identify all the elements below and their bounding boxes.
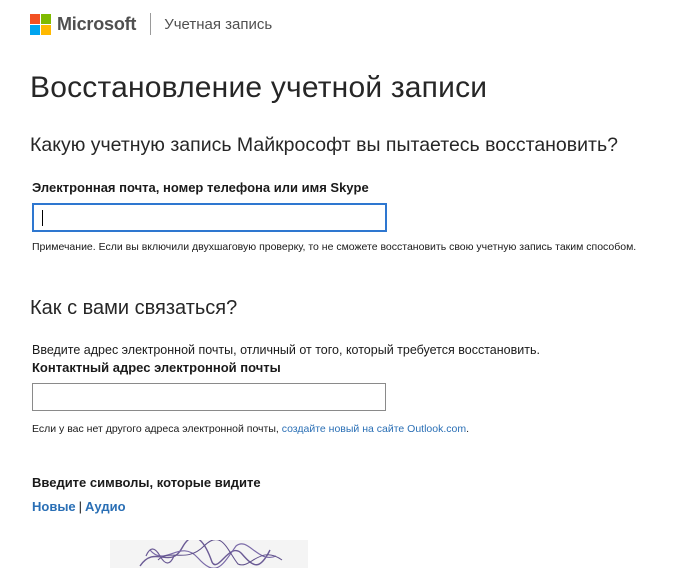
captcha-links: Новые | Аудио [32, 499, 126, 514]
contact-email-input[interactable] [32, 383, 386, 411]
logo-square-green [41, 13, 51, 24]
microsoft-logo-icon [30, 13, 51, 35]
brand-name: Microsoft [57, 13, 137, 34]
contact-note: Если у вас нет другого адреса электронно… [32, 423, 469, 435]
account-input[interactable] [32, 203, 387, 232]
account-field-label: Электронная почта, номер телефона или им… [32, 180, 369, 195]
create-outlook-link[interactable]: создайте новый на сайте Outlook.com [282, 423, 466, 435]
two-step-note: Примечание. Если вы включили двухшаговую… [32, 241, 637, 253]
logo-square-yellow [41, 24, 51, 35]
captcha-scribble [139, 540, 283, 568]
recovery-question: Какую учетную запись Майкрософт вы пытае… [30, 134, 618, 156]
page-title: Восстановление учетной записи [30, 71, 488, 104]
contact-description: Введите адрес электронной почты, отличны… [32, 343, 540, 357]
section-name: Учетная запись [164, 15, 273, 33]
text-caret [42, 210, 43, 226]
contact-heading: Как с вами связаться? [30, 297, 238, 319]
recovery-page: Microsoft Учетная запись Восстановление … [0, 0, 700, 568]
captcha-link-separator: | [78, 499, 83, 514]
header: Microsoft Учетная запись [30, 12, 272, 36]
captcha-label: Введите символы, которые видите [32, 475, 261, 490]
contact-email-label: Контактный адрес электронной почты [32, 360, 281, 375]
captcha-audio-link[interactable]: Аудио [85, 499, 125, 514]
logo-square-blue [30, 24, 40, 35]
captcha-image [110, 540, 308, 568]
contact-note-text: Если у вас нет другого адреса электронно… [32, 423, 279, 435]
header-divider [150, 13, 152, 35]
contact-note-period: . [466, 423, 470, 435]
captcha-new-link[interactable]: Новые [32, 499, 76, 514]
logo-square-red [30, 13, 40, 24]
